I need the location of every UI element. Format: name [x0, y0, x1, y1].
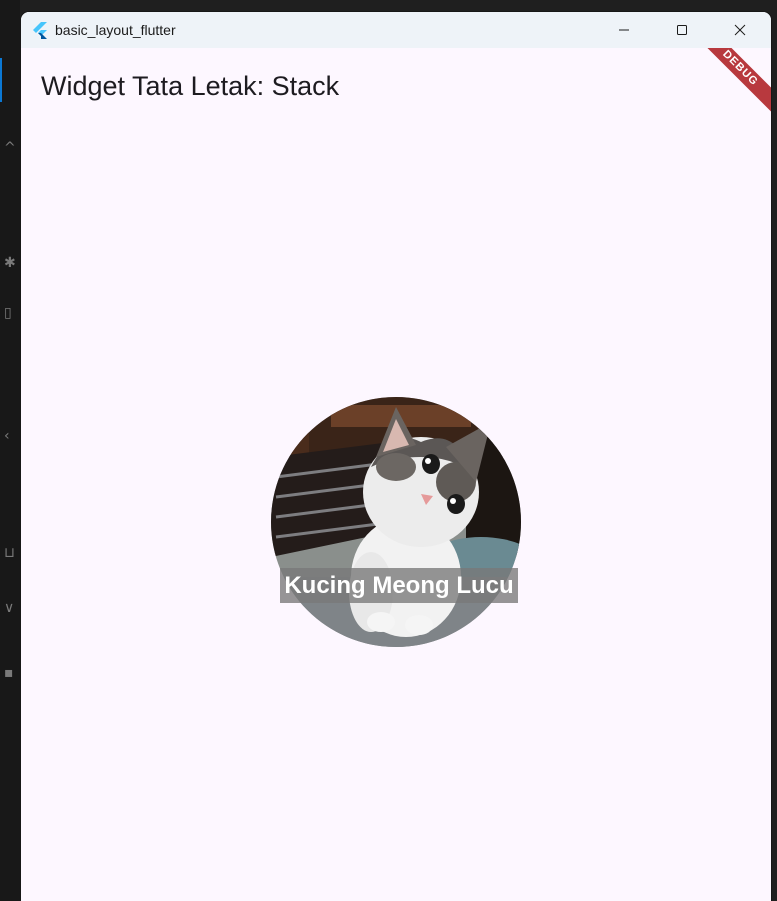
minimize-button[interactable] [595, 12, 653, 48]
ide-icon: ✱ [4, 255, 16, 271]
kitten-photo-icon [271, 397, 521, 647]
maximize-button[interactable] [653, 12, 711, 48]
image-caption: Kucing Meong Lucu [280, 568, 518, 603]
ide-activity-bar [0, 0, 20, 901]
maximize-icon [677, 25, 687, 35]
flutter-window: basic_layout_flutter Widget Tata Letak: … [21, 12, 771, 901]
kitten-image [271, 397, 521, 647]
ide-icon: ^ [4, 140, 16, 156]
title-bar[interactable]: basic_layout_flutter [21, 12, 771, 48]
ide-icon: ▪ [4, 665, 14, 681]
window-title: basic_layout_flutter [55, 22, 176, 38]
app-content: Widget Tata Letak: Stack DEBUG Kucing Me… [21, 48, 771, 901]
flutter-logo-icon [33, 22, 47, 39]
debug-label: DEBUG [691, 48, 771, 121]
close-button[interactable] [711, 12, 769, 48]
ide-icon: ‹ [4, 428, 10, 444]
close-icon [734, 24, 746, 36]
page-title: Widget Tata Letak: Stack [41, 71, 340, 101]
ide-icon: ▯ [4, 305, 12, 321]
debug-banner: DEBUG [691, 48, 771, 128]
ide-active-indicator [0, 58, 2, 102]
minimize-icon [619, 29, 629, 31]
stack-widget: Kucing Meong Lucu [271, 397, 521, 647]
ide-icon: ⊔ [4, 545, 15, 561]
ide-icon: ∨ [4, 600, 15, 616]
